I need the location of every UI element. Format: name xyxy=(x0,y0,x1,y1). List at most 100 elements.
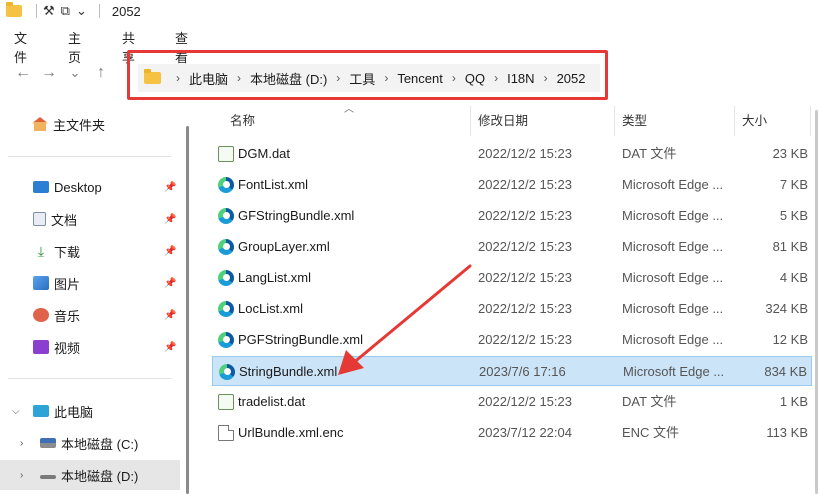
breadcrumb-drive-d[interactable]: 本地磁盘 (D:) xyxy=(250,69,327,88)
file-row[interactable]: GFStringBundle.xml 2022/12/2 15:23 Microso… xyxy=(212,201,812,231)
breadcrumb-tools[interactable]: 工具 xyxy=(349,69,375,88)
breadcrumb-i18n[interactable]: I18N xyxy=(507,71,534,86)
sidebar-item-this-pc[interactable]: ⌵ 此电脑 xyxy=(0,396,180,426)
chevron-right-icon[interactable]: › xyxy=(544,71,548,85)
sidebar-item-label: 本地磁盘 (D:) xyxy=(61,468,139,484)
column-divider[interactable] xyxy=(614,106,615,136)
home-icon xyxy=(32,117,48,131)
divider xyxy=(36,4,37,18)
file-row[interactable]: LangList.xml 2022/12/2 15:23 Microsoft Edg… xyxy=(212,263,812,293)
sidebar-item-drive-d[interactable]: › 本地磁盘 (D:) xyxy=(0,460,180,490)
chevron-right-icon[interactable]: › xyxy=(452,71,456,85)
file-type: ENC 文件 xyxy=(622,425,680,440)
tab-view[interactable]: 查看 xyxy=(175,26,188,68)
file-name: tradelist.dat xyxy=(238,394,306,409)
chevron-right-icon[interactable]: › xyxy=(384,71,388,85)
back-arrow-icon[interactable]: ← xyxy=(10,64,36,82)
breadcrumb-2052[interactable]: 2052 xyxy=(557,71,586,86)
annotation-arrow xyxy=(338,264,472,375)
file-modified-date: 2023/7/12 22:04 xyxy=(478,425,572,440)
pin-icon[interactable]: 📌 xyxy=(164,182,176,193)
picture-icon xyxy=(33,276,49,290)
title-bar: ⚒ ⧉ ⌄ 2052 xyxy=(0,0,820,22)
chevron-down-icon[interactable]: ⌄ xyxy=(76,3,87,19)
file-type: Microsoft Edge ... xyxy=(622,208,724,223)
sidebar-scrollbar[interactable] xyxy=(186,126,189,494)
pin-icon[interactable]: 📌 xyxy=(164,246,176,257)
column-divider[interactable] xyxy=(470,106,471,136)
drive-icon xyxy=(40,475,56,479)
file-type: Microsoft Edge ... xyxy=(622,301,724,316)
file-name: LocList.xml xyxy=(238,301,304,316)
sidebar-item-music[interactable]: 音乐 📌 xyxy=(0,300,180,330)
file-row[interactable]: FontList.xml 2022/12/2 15:23 Microsoft Edg… xyxy=(212,170,812,200)
sidebar-item-desktop[interactable]: Desktop 📌 xyxy=(0,172,180,202)
sidebar-item-label: 视频 xyxy=(54,340,81,356)
tab-file[interactable]: 文件 xyxy=(14,26,27,68)
recent-locations-icon[interactable]: ⌄ xyxy=(62,65,88,81)
column-header-name[interactable]: 名称 xyxy=(230,106,255,136)
forward-arrow-icon[interactable]: → xyxy=(36,64,62,82)
file-row[interactable]: tradelist.dat 2022/12/2 15:23 DAT 文件 1 KB xyxy=(212,387,812,417)
column-divider[interactable] xyxy=(810,106,811,136)
file-size: 81 KB xyxy=(772,239,808,254)
chevron-right-icon[interactable]: › xyxy=(20,470,23,481)
file-name: DGM.dat xyxy=(238,146,291,161)
file-row[interactable]: LocList.xml 2022/12/2 15:23 Microsoft Edge… xyxy=(212,294,812,324)
file-row[interactable]: GroupLayer.xml 2022/12/2 15:23 Microsoft E… xyxy=(212,232,812,262)
sidebar-item-home[interactable]: 主文件夹 xyxy=(0,109,180,139)
sidebar-item-documents[interactable]: 文档 📌 xyxy=(0,204,180,234)
column-divider[interactable] xyxy=(734,106,735,136)
edge-file-icon xyxy=(218,301,234,317)
tab-home[interactable]: 主页 xyxy=(68,26,81,68)
sidebar-item-pictures[interactable]: 图片 📌 xyxy=(0,268,180,298)
file-row[interactable]: UrlBundle.xml.enc 2023/7/12 22:04 ENC 文件 11… xyxy=(212,418,812,448)
file-name: LangList.xml xyxy=(238,270,311,285)
pin-icon[interactable]: 📌 xyxy=(164,310,176,321)
breadcrumb-tencent[interactable]: Tencent xyxy=(397,71,443,86)
column-header-type[interactable]: 类型 xyxy=(622,106,647,136)
file-size: 23 KB xyxy=(772,146,808,161)
file-modified-date: 2022/12/2 15:23 xyxy=(478,301,572,316)
pin-icon[interactable]: 📌 xyxy=(164,278,176,289)
file-name: GFStringBundle.xml xyxy=(238,208,355,223)
file-modified-date: 2022/12/2 15:23 xyxy=(478,177,572,192)
chevron-right-icon[interactable]: › xyxy=(237,71,241,85)
file-size: 4 KB xyxy=(779,270,808,285)
chevron-right-icon[interactable]: › xyxy=(336,71,340,85)
file-modified-date: 2022/12/2 15:23 xyxy=(478,239,572,254)
chevron-right-icon[interactable]: › xyxy=(494,71,498,85)
column-header-size[interactable]: 大小 xyxy=(742,106,767,136)
file-list-scrollbar[interactable] xyxy=(815,110,818,494)
file-type: Microsoft Edge ... xyxy=(622,270,724,285)
pin-icon[interactable]: 📌 xyxy=(164,342,176,353)
file-row[interactable]: StringBundle.xml 2023/7/6 17:16 Microsoft … xyxy=(212,356,812,386)
column-header-modified[interactable]: 修改日期 xyxy=(478,106,528,136)
pin-icon[interactable]: 📌 xyxy=(164,214,176,225)
address-bar[interactable]: › 此电脑 › 本地磁盘 (D:) › 工具 › Tencent › QQ › … xyxy=(138,64,600,92)
sidebar-item-drive-c[interactable]: › 本地磁盘 (C:) xyxy=(0,428,180,458)
file-size: 834 KB xyxy=(764,364,807,379)
divider xyxy=(8,156,171,157)
sidebar-item-label: 此电脑 xyxy=(54,404,94,420)
file-row[interactable]: DGM.dat 2022/12/2 15:23 DAT 文件 23 KB xyxy=(212,139,812,169)
divider xyxy=(8,378,171,379)
navigation-buttons: ← → ⌄ ↑ xyxy=(10,64,114,82)
breadcrumb-qq[interactable]: QQ xyxy=(465,71,485,86)
properties-icon[interactable]: ⚒ xyxy=(43,3,55,19)
up-arrow-icon[interactable]: ↑ xyxy=(88,64,114,82)
file-size: 324 KB xyxy=(765,301,808,316)
file-name: UrlBundle.xml.enc xyxy=(238,425,344,440)
dat-file-icon xyxy=(218,146,234,162)
file-row[interactable]: PGFStringBundle.xml 2022/12/2 15:23 Micros… xyxy=(212,325,812,355)
tab-share[interactable]: 共享 xyxy=(122,26,135,68)
chevron-right-icon[interactable]: › xyxy=(20,438,23,449)
chevron-right-icon[interactable]: › xyxy=(176,71,180,85)
chevron-down-icon[interactable]: ⌵ xyxy=(12,406,20,417)
music-icon xyxy=(33,308,49,322)
sidebar-item-downloads[interactable]: ⤓ 下载 📌 xyxy=(0,236,180,266)
new-folder-icon[interactable]: ⧉ xyxy=(61,3,70,19)
breadcrumb-this-pc[interactable]: 此电脑 xyxy=(189,69,228,88)
sidebar-item-videos[interactable]: 视频 📌 xyxy=(0,332,180,362)
sidebar-item-label: 下载 xyxy=(54,244,81,260)
